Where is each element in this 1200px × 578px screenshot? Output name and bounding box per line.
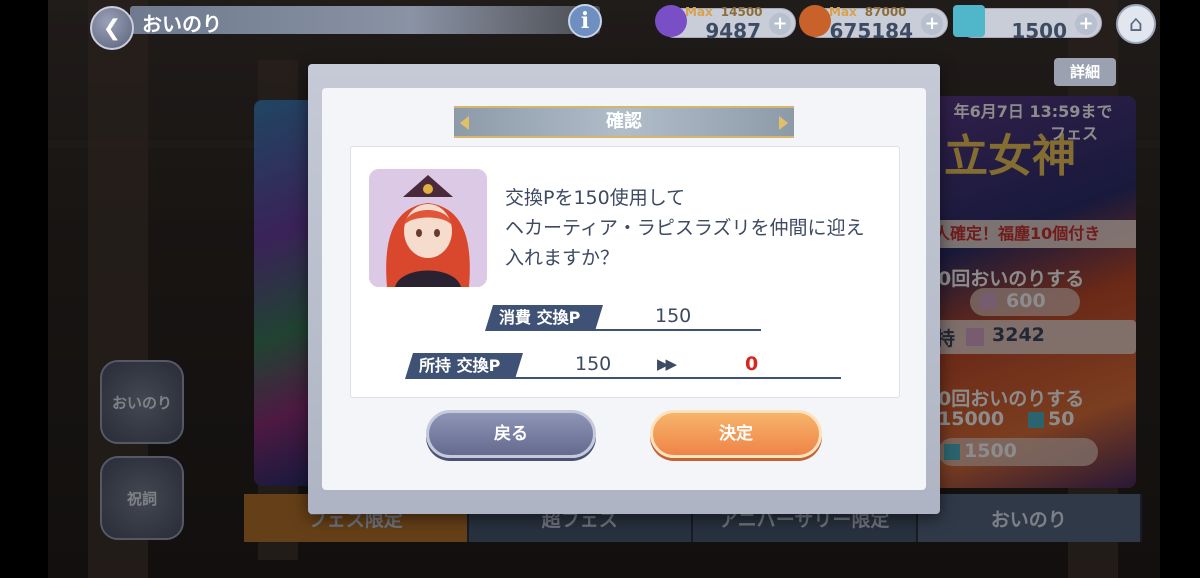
character-avatar — [369, 169, 487, 287]
coin-resource: Max 87000 675184 + — [799, 5, 948, 43]
stamina-icon — [655, 5, 687, 37]
detail-button[interactable]: 詳細 — [1054, 58, 1116, 86]
owned-after-value: 0 — [745, 353, 759, 375]
info-icon[interactable]: i — [568, 4, 602, 38]
arrow-right-icon: ▶▶ — [657, 355, 677, 373]
add-stamina-button[interactable]: + — [769, 13, 791, 35]
letterbox-left — [0, 0, 48, 578]
back-button[interactable]: ❮ — [90, 6, 134, 50]
gem-value: 1500 — [1011, 19, 1067, 43]
owned-before-value: 150 — [575, 353, 612, 375]
gem-cube-icon — [953, 5, 985, 37]
gem-resource: 1500 + — [953, 5, 1102, 43]
confirm-button[interactable]: 決定 — [650, 410, 822, 458]
dialog-message: 交換Pを150使用して ヘカーティア・ラピスラズリを仲間に迎え 入れますか？ — [505, 187, 865, 269]
owned-label: 所持 交換P — [405, 353, 523, 379]
dialog-content: 交換Pを150使用して ヘカーティア・ラピスラズリを仲間に迎え 入れますか？ 消… — [350, 146, 900, 398]
coin-value: 675184 — [829, 19, 914, 43]
coin-bag-icon — [799, 5, 831, 37]
letterbox-right — [1160, 0, 1200, 578]
cost-label: 消費 交換P — [485, 305, 603, 331]
owned-underline — [511, 377, 841, 379]
cost-value: 150 — [655, 305, 692, 327]
cost-underline — [591, 329, 761, 331]
confirm-dialog: 確認 交換Pを150使用して ヘカーティア・ラピスラズリを仲間に迎え 入れますか… — [308, 64, 940, 514]
dialog-title: 確認 — [454, 106, 794, 138]
stamina-value: 9487 — [705, 19, 761, 43]
add-coin-button[interactable]: + — [921, 13, 943, 35]
stamina-resource: Max 14500 9487 + — [655, 5, 796, 43]
add-gem-button[interactable]: + — [1075, 13, 1097, 35]
back-dialog-button[interactable]: 戻る — [426, 410, 596, 458]
chevron-left-icon: ❮ — [102, 15, 122, 41]
page-title: おいのり — [142, 12, 222, 36]
home-icon[interactable]: ⌂ — [1116, 4, 1156, 44]
